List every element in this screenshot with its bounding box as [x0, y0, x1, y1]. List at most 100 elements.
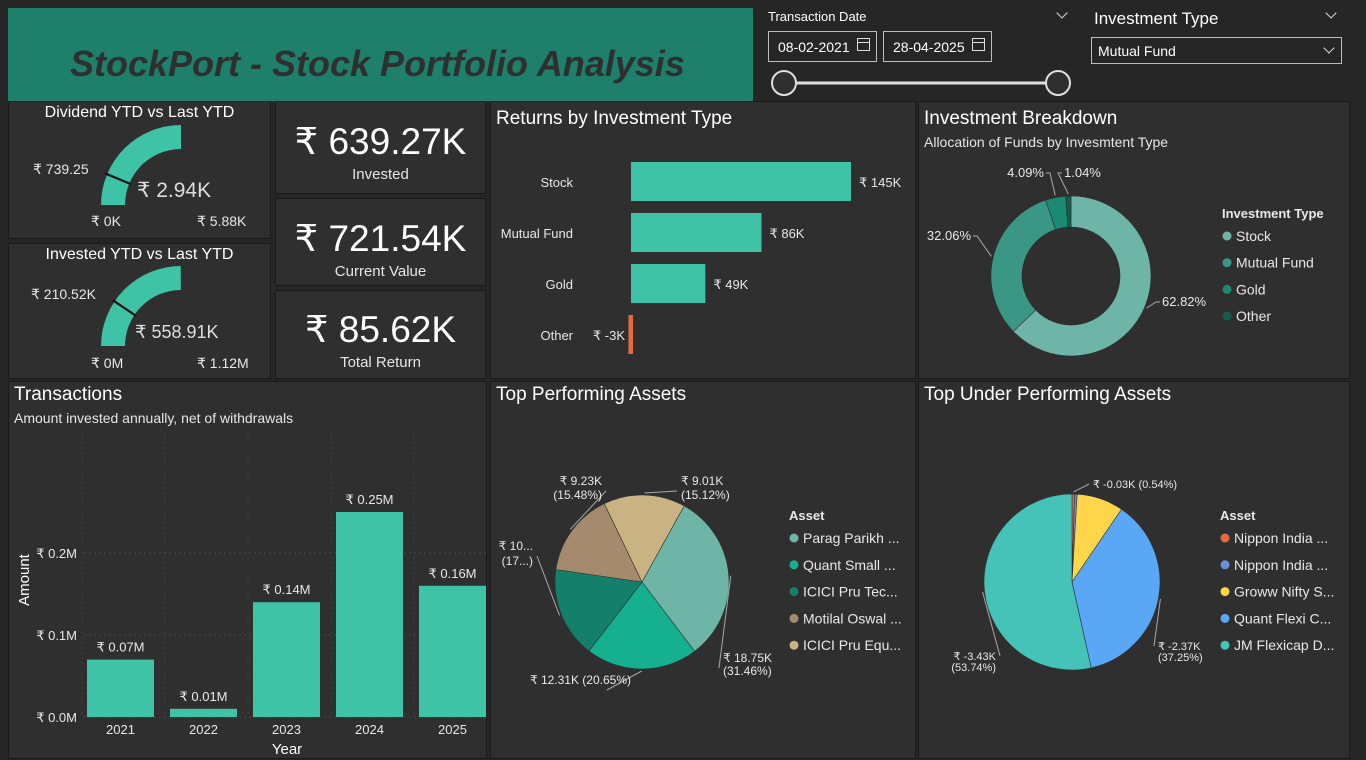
data-label: (37.25%): [1158, 652, 1203, 664]
calendar-icon[interactable]: [857, 38, 870, 51]
start-date-input[interactable]: 08-02-2021: [768, 31, 877, 62]
page-title: StockPort - Stock Portfolio Analysis: [70, 43, 685, 84]
x-tick-label: 2025: [438, 722, 467, 737]
header-banner: StockPort - Stock Portfolio Analysis: [8, 8, 753, 101]
legend-marker: [789, 533, 799, 543]
y-tick-label: ₹ 0.0M: [36, 710, 77, 725]
legend-marker: [1220, 533, 1230, 543]
legend-item: ICICI Pru Tec...: [803, 584, 898, 600]
data-label: ₹ 0.25M: [345, 492, 393, 507]
legend-item: Groww Nifty S...: [1234, 584, 1334, 600]
breakdown-panel: Investment Breakdown Allocation of Funds…: [918, 101, 1350, 379]
invested-kpi-card: ₹ 639.27K Invested: [275, 101, 486, 194]
data-label: 1.04%: [1064, 165, 1101, 180]
kpi-label: Total Return: [340, 354, 421, 371]
legend-marker: [789, 613, 799, 623]
leader-line: [1073, 483, 1090, 493]
transaction-date-label: Transaction Date: [768, 9, 867, 24]
leader-line: [1146, 301, 1160, 309]
data-label: (31.46%): [723, 664, 772, 678]
chevron-down-icon[interactable]: [1325, 7, 1337, 19]
data-label: (15.48%): [553, 488, 602, 502]
bar: [336, 512, 403, 717]
legend-title: Asset: [789, 508, 825, 523]
gauge-value-label: ₹ 2.94K: [137, 179, 212, 202]
end-date-value: 28-04-2025: [893, 39, 965, 55]
chevron-down-icon[interactable]: [1056, 7, 1068, 19]
breakdown-donut-chart: 62.82% 32.06% 4.09% 1.04% Investment Type Sto…: [927, 165, 1324, 357]
gauge-min-label: ₹ 0K: [91, 213, 121, 229]
legend-marker: [789, 560, 799, 570]
legend-title: Asset: [1220, 508, 1256, 523]
data-label: ₹ 0.07M: [96, 640, 144, 655]
gauge-max-label: ₹ 1.12M: [197, 355, 249, 371]
kpi-label: Current Value: [334, 263, 427, 280]
leader-line: [644, 490, 678, 494]
gauge-max-label: ₹ 5.88K: [197, 213, 247, 229]
start-date-value: 08-02-2021: [778, 39, 850, 55]
legend-item: Nippon India ...: [1234, 557, 1328, 573]
y-tick-label: ₹ 0.2M: [36, 546, 77, 561]
legend-item: Parag Parikh ...: [803, 530, 900, 546]
end-date-input[interactable]: 28-04-2025: [883, 31, 992, 62]
investment-type-select[interactable]: Mutual Fund: [1091, 37, 1342, 64]
x-tick-label: 2021: [106, 722, 135, 737]
returns-bar-chart: Stock ₹ 145K Mutual Fund ₹ 86K Gold ₹ 49K Othe…: [501, 162, 902, 354]
leader-line: [1046, 172, 1056, 196]
bar: [170, 708, 237, 717]
legend-marker: [1222, 258, 1232, 268]
legend-marker: [1220, 640, 1230, 650]
under-performing-panel: Top Under Performing Assets ₹ -0.03K (0.…: [918, 381, 1350, 759]
data-label: ₹ 18.75K: [723, 651, 772, 665]
bar: [631, 162, 851, 201]
legend-item: JM Flexicap D...: [1234, 637, 1334, 653]
data-label: ₹ 0.16M: [428, 566, 476, 581]
legend-item: Motilal Oswal ...: [803, 610, 902, 626]
dividend-gauge-panel: Dividend YTD vs Last YTD ₹ 739.25 ₹ 2.94…: [8, 101, 271, 239]
kpi-value: ₹ 85.62K: [304, 309, 457, 350]
legend-marker: [1220, 560, 1230, 570]
under-performing-pie-chart: ₹ -0.03K (0.54%)₹ -2.37K(37.25%)₹ -3.43K…: [951, 479, 1334, 674]
investment-type-value: Mutual Fund: [1098, 43, 1176, 59]
gauge-value-label: ₹ 558.91K: [135, 322, 219, 342]
category-label: Gold: [546, 277, 573, 292]
legend-item: Nippon India ...: [1234, 530, 1328, 546]
slider-handle-end[interactable]: [1045, 70, 1071, 96]
bar: [631, 264, 706, 303]
data-label: ₹ 49K: [713, 277, 748, 292]
data-label: (53.74%): [951, 662, 996, 674]
category-label: Mutual Fund: [501, 226, 573, 241]
calendar-icon[interactable]: [972, 38, 985, 51]
data-label: 4.09%: [1007, 165, 1044, 180]
bar: [628, 315, 633, 354]
legend-marker: [1220, 587, 1230, 597]
legend-item: ICICI Pru Equ...: [803, 637, 901, 653]
data-label: ₹ 145K: [859, 175, 902, 190]
data-label: ₹ 86K: [769, 226, 804, 241]
current-value-kpi-card: ₹ 721.54K Current Value: [275, 198, 486, 286]
chevron-down-icon[interactable]: [1323, 42, 1335, 54]
x-tick-label: 2023: [272, 722, 301, 737]
date-range-slider[interactable]: [765, 66, 1077, 100]
bar: [87, 659, 154, 717]
transactions-bar-chart: ₹ 0.0M ₹ 0.1M ₹ 0.2M ₹ 0.07M 2021 ₹ 0.01M 2022…: [16, 432, 487, 758]
bar: [419, 585, 486, 717]
transactions-panel: Transactions Amount invested annually, n…: [8, 381, 487, 759]
y-tick-label: ₹ 0.1M: [36, 628, 77, 643]
returns-panel: Returns by Investment Type Stock ₹ 145K Mu…: [490, 101, 916, 379]
data-label: ₹ 0.14M: [262, 582, 310, 597]
top-performing-panel: Top Performing Assets ₹ 18.75K (31.46%) ₹ …: [490, 381, 916, 759]
legend-item: Stock: [1236, 228, 1272, 244]
legend-marker: [1222, 311, 1232, 321]
legend-title: Investment Type: [1222, 206, 1324, 221]
slider-handle-start[interactable]: [771, 70, 797, 96]
legend-item: Other: [1236, 308, 1271, 324]
gauge-min-label: ₹ 0M: [91, 355, 124, 371]
data-label: ₹ -3K: [593, 328, 625, 343]
data-label: (15.12%): [681, 488, 730, 502]
bar: [253, 602, 320, 717]
legend-marker: [789, 587, 799, 597]
x-axis-label: Year: [272, 741, 302, 758]
data-label: ₹ 12.31K (20.65%): [530, 673, 631, 687]
data-label: 32.06%: [927, 228, 972, 243]
